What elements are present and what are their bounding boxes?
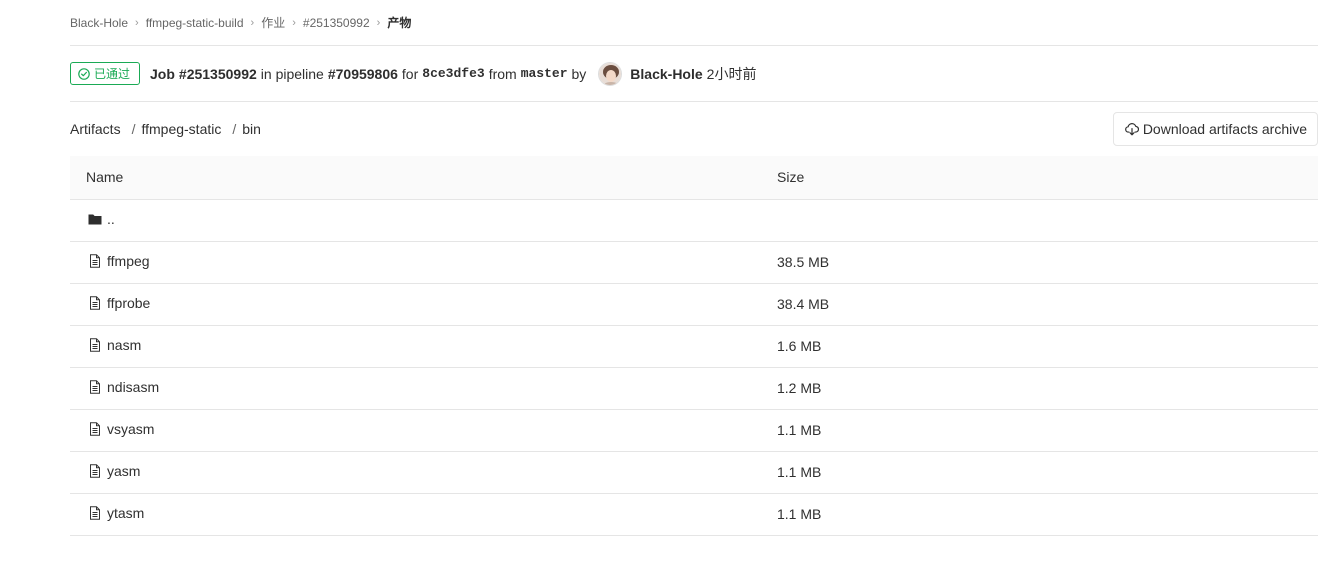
cloud-download-icon bbox=[1124, 123, 1139, 136]
job-prefix: Job bbox=[150, 65, 175, 82]
file-icon bbox=[88, 422, 102, 436]
download-artifacts-button[interactable]: Download artifacts archive bbox=[1112, 112, 1318, 146]
file-name: vsyasm bbox=[107, 421, 155, 437]
file-link[interactable]: ffprobe bbox=[88, 295, 150, 311]
column-header-name: Name bbox=[70, 156, 761, 200]
file-name: ffprobe bbox=[107, 295, 151, 311]
from-text: from bbox=[488, 65, 517, 82]
breadcrumb-separator: › bbox=[135, 16, 139, 29]
table-row[interactable]: ytasm 1.1 MB bbox=[70, 493, 1318, 535]
file-name: ffmpeg bbox=[107, 253, 150, 269]
file-name: yasm bbox=[107, 463, 141, 479]
file-icon bbox=[88, 254, 102, 268]
parent-directory-link[interactable]: .. bbox=[88, 211, 115, 227]
breadcrumb-item-group[interactable]: Black-Hole bbox=[70, 16, 128, 30]
file-icon bbox=[88, 338, 102, 352]
check-circle-icon bbox=[78, 67, 90, 80]
table-row[interactable]: vsyasm 1.1 MB bbox=[70, 409, 1318, 451]
file-icon bbox=[88, 296, 102, 310]
table-row-parent[interactable]: .. bbox=[70, 199, 1318, 241]
file-name: ndisasm bbox=[107, 379, 160, 395]
status-text: 已通过 bbox=[94, 67, 131, 81]
path-segment-bin[interactable]: bin bbox=[242, 121, 261, 137]
table-row[interactable]: ndisasm 1.2 MB bbox=[70, 367, 1318, 409]
breadcrumb-separator: › bbox=[376, 16, 381, 29]
table-row[interactable]: ffprobe 38.4 MB bbox=[70, 283, 1318, 325]
file-link[interactable]: vsyasm bbox=[88, 421, 154, 437]
avatar[interactable] bbox=[598, 61, 623, 86]
table-row[interactable]: ffmpeg 38.5 MB bbox=[70, 241, 1318, 283]
file-size: 38.4 MB bbox=[777, 296, 830, 312]
path-segment-artifacts[interactable]: Artifacts bbox=[70, 121, 121, 137]
page-content: Black-Hole › ffmpeg-static-build › 作业 › … bbox=[70, 0, 1318, 536]
breadcrumb-item-artifacts: 产物 bbox=[387, 16, 412, 30]
table-header-row: Name Size bbox=[70, 156, 1318, 200]
in-pipeline-text: in pipeline bbox=[260, 65, 324, 82]
file-icon bbox=[88, 506, 102, 520]
breadcrumb-separator: › bbox=[292, 16, 296, 29]
commit-link[interactable]: 8ce3dfe3 bbox=[422, 66, 484, 81]
file-icon bbox=[88, 464, 102, 478]
path-bar: Artifacts / ffmpeg-static / bin Download… bbox=[70, 102, 1318, 156]
artifacts-table: Name Size .. ffmpeg 38.5 MB ffprobe 38.4… bbox=[70, 156, 1318, 536]
file-link[interactable]: ndisasm bbox=[88, 379, 159, 395]
path-separator: / bbox=[232, 121, 237, 137]
file-link[interactable]: nasm bbox=[88, 337, 141, 353]
table-row[interactable]: nasm 1.6 MB bbox=[70, 325, 1318, 367]
breadcrumb-separator: › bbox=[250, 16, 255, 29]
branch-link[interactable]: master bbox=[521, 66, 568, 81]
folder-icon bbox=[88, 212, 102, 226]
breadcrumb: Black-Hole › ffmpeg-static-build › 作业 › … bbox=[70, 0, 1318, 46]
file-icon bbox=[88, 380, 102, 394]
file-size: 1.1 MB bbox=[777, 506, 822, 522]
file-name: ytasm bbox=[107, 505, 145, 521]
download-button-label: Download artifacts archive bbox=[1142, 121, 1307, 137]
parent-directory-label: .. bbox=[107, 211, 115, 227]
breadcrumb-item-jobs[interactable]: 作业 bbox=[261, 14, 285, 31]
file-size: 1.1 MB bbox=[777, 464, 822, 480]
path-separator: / bbox=[131, 121, 136, 137]
file-size: 1.2 MB bbox=[777, 380, 822, 396]
job-header: 已通过 Job #251350992 in pipeline #70959806… bbox=[70, 46, 1318, 102]
breadcrumb-item-job[interactable]: #251350992 bbox=[303, 16, 370, 30]
user-link[interactable]: Black-Hole bbox=[630, 66, 702, 82]
pipeline-link[interactable]: #70959806 bbox=[328, 66, 398, 82]
file-link[interactable]: yasm bbox=[88, 463, 140, 479]
file-link[interactable]: ffmpeg bbox=[88, 253, 150, 269]
path-segment-ffmpeg-static[interactable]: ffmpeg-static bbox=[141, 121, 221, 137]
by-text: by bbox=[571, 65, 587, 82]
breadcrumb-item-project[interactable]: ffmpeg-static-build bbox=[146, 16, 244, 30]
job-id: #251350992 bbox=[178, 65, 257, 82]
file-size: 1.6 MB bbox=[777, 338, 822, 354]
for-text: for bbox=[401, 65, 419, 82]
time-ago: 2小时前 bbox=[706, 65, 757, 82]
file-size: 38.5 MB bbox=[777, 254, 830, 270]
file-size: 1.1 MB bbox=[777, 422, 822, 438]
table-row[interactable]: yasm 1.1 MB bbox=[70, 451, 1318, 493]
status-badge[interactable]: 已通过 bbox=[70, 62, 141, 85]
artifact-path: Artifacts / ffmpeg-static / bin bbox=[70, 121, 261, 137]
file-name: nasm bbox=[107, 337, 142, 353]
column-header-size: Size bbox=[761, 156, 1318, 200]
file-link[interactable]: ytasm bbox=[88, 505, 144, 521]
